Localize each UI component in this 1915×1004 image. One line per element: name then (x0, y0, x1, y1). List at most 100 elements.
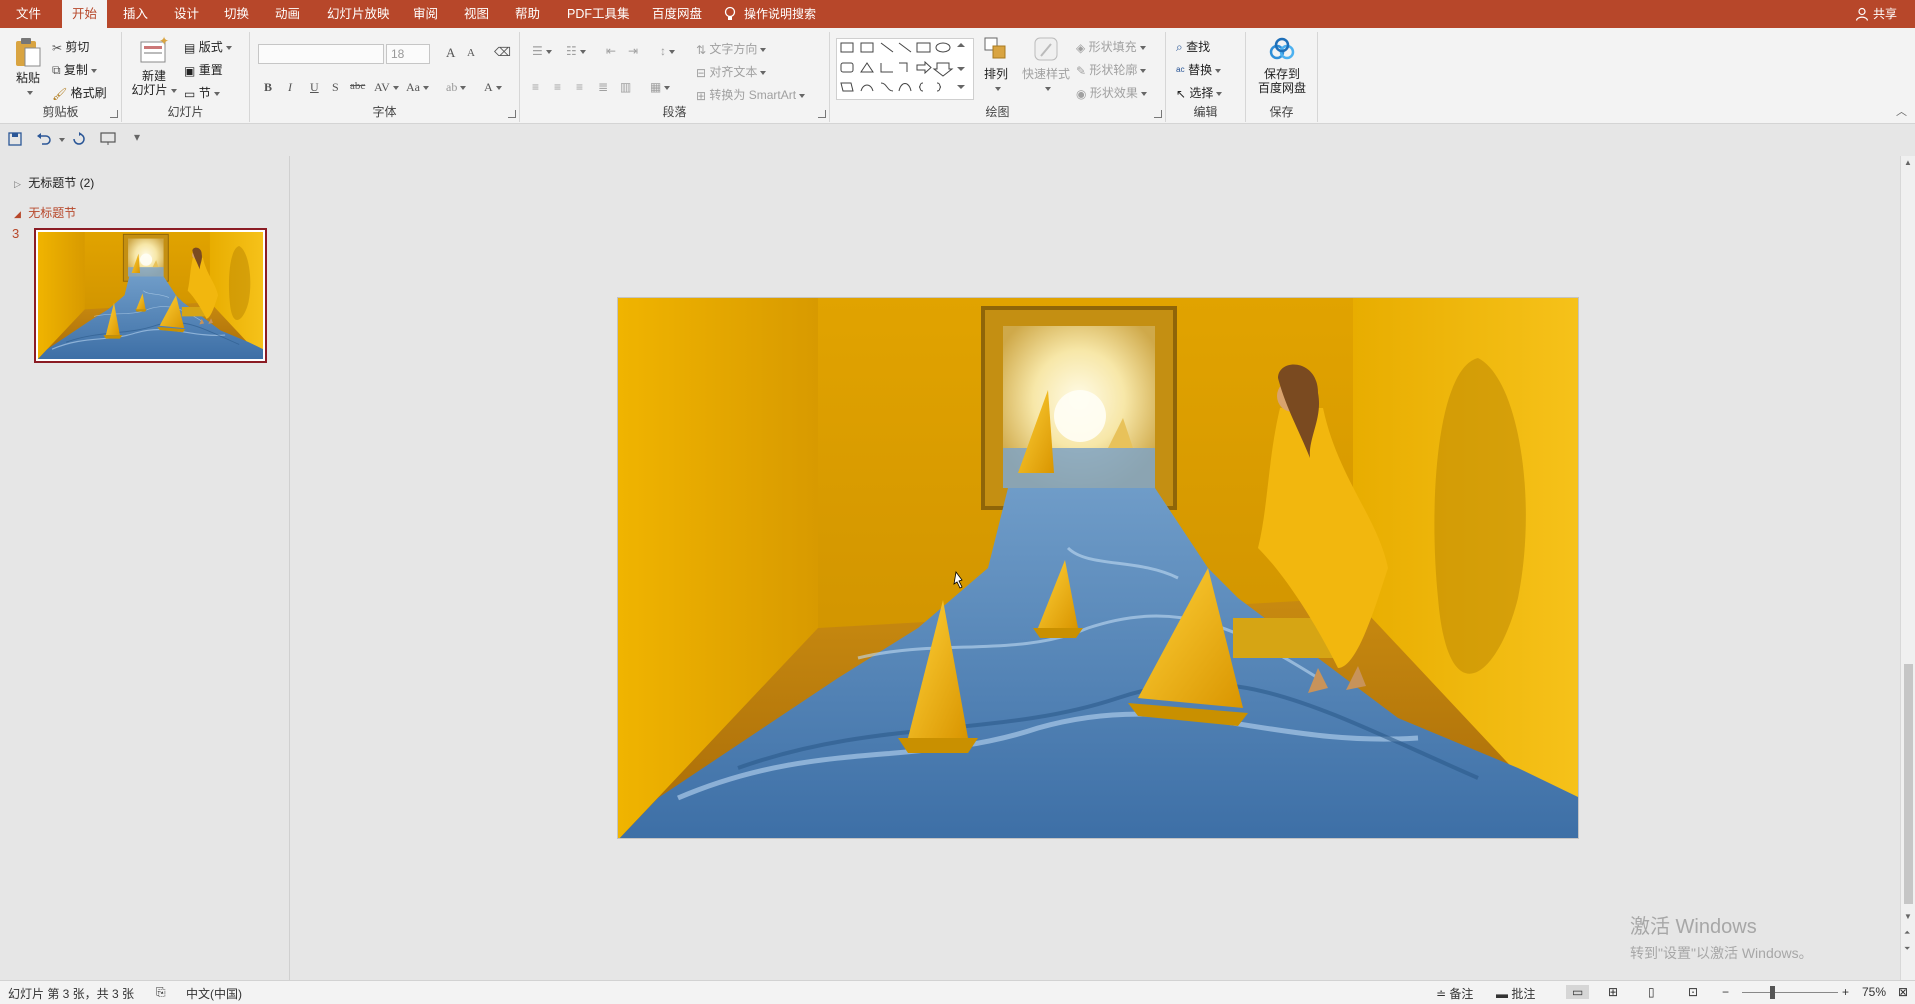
undo-dropdown-icon[interactable] (59, 138, 65, 142)
next-slide-icon[interactable]: ⏷ (1904, 944, 1910, 954)
scrollbar-thumb[interactable] (1904, 664, 1913, 904)
section-untitled-expanded[interactable]: ◢ 无标题节 (14, 204, 76, 221)
columns-icon[interactable]: ▦ (650, 80, 671, 94)
normal-view-icon[interactable]: ▭ (1566, 985, 1590, 999)
font-launcher-icon[interactable] (508, 110, 516, 118)
save-icon[interactable] (8, 132, 22, 146)
line-spacing-icon[interactable]: ↕ (660, 44, 675, 58)
quick-styles-button[interactable]: 快速样式 (1020, 36, 1072, 95)
align-text-icon: ⊟ (696, 65, 707, 80)
tab-review[interactable]: 审阅 (403, 0, 448, 28)
align-center-icon[interactable]: ≡ (554, 80, 561, 94)
shape-effects-button[interactable]: ◉ 形状效果 (1076, 84, 1147, 101)
grow-font-button[interactable]: A (446, 45, 455, 61)
scroll-up-icon[interactable]: ▲ (1904, 158, 1912, 167)
tab-insert[interactable]: 插入 (113, 0, 158, 28)
save-to-baidu-button[interactable]: 保存到 百度网盘 (1252, 36, 1312, 95)
char-spacing-button[interactable]: AV (374, 80, 399, 95)
tab-baidu[interactable]: 百度网盘 (642, 0, 712, 28)
zoom-out-icon[interactable]: − (1722, 985, 1729, 999)
highlight-icon[interactable]: ab (446, 80, 467, 95)
font-color-button[interactable]: A (484, 80, 502, 95)
copy-button[interactable]: ⧉ 复制 (52, 61, 97, 78)
tab-pdf-tools[interactable]: PDF工具集 (557, 0, 640, 28)
italic-button[interactable]: I (288, 80, 292, 95)
clipboard-launcher-icon[interactable] (110, 110, 118, 118)
layout-label: 版式 (198, 40, 223, 54)
collapse-ribbon-icon[interactable]: ︿ (1896, 103, 1907, 119)
new-slide-button[interactable]: ✦ 新建 幻灯片 (130, 34, 178, 97)
smartart-button[interactable]: ⊞ 转换为 SmartArt (696, 86, 806, 103)
decrease-indent-icon[interactable]: ⇤ (606, 44, 616, 58)
tab-animations[interactable]: 动画 (265, 0, 310, 28)
align-text-button[interactable]: ⊟ 对齐文本 (696, 63, 767, 80)
font-size-combo[interactable]: 18 (386, 44, 430, 64)
customize-qat-icon[interactable]: ▾ (134, 130, 140, 144)
tab-slideshow[interactable]: 幻灯片放映 (317, 0, 400, 28)
align-left-icon[interactable]: ≡ (532, 80, 539, 94)
replace-icon: ᵃᶜ (1176, 63, 1185, 78)
slide-sorter-icon[interactable]: ⊞ (1608, 985, 1618, 999)
section-button[interactable]: ▭ 节 (184, 84, 220, 101)
paste-button[interactable]: 粘贴 (10, 36, 46, 99)
shadow-button[interactable]: S (332, 80, 339, 95)
bold-button[interactable]: B (264, 80, 272, 95)
zoom-in-icon[interactable]: + (1842, 985, 1849, 999)
fit-to-window-icon[interactable]: ⊠ (1898, 985, 1908, 999)
format-painter-button[interactable]: 🖌 格式刷 (52, 84, 107, 101)
notes-button[interactable]: ≐ 备注 (1436, 985, 1473, 1002)
numbering-icon[interactable]: ☷ (566, 44, 586, 58)
shape-fill-button[interactable]: ◈ 形状填充 (1076, 38, 1146, 55)
slide-canvas[interactable] (617, 297, 1579, 839)
underline-button[interactable]: U (310, 80, 319, 95)
increase-indent-icon[interactable]: ⇥ (628, 44, 638, 58)
zoom-level[interactable]: 75% (1862, 985, 1886, 999)
arrange-button[interactable]: 排列 (980, 36, 1012, 95)
zoom-slider-knob[interactable] (1770, 986, 1775, 999)
previous-slide-icon[interactable]: ⏶ (1904, 928, 1910, 938)
cut-button[interactable]: ✂ 剪切 (52, 38, 89, 55)
scroll-down-icon[interactable]: ▼ (1904, 912, 1912, 921)
align-right-icon[interactable]: ≡ (576, 80, 583, 94)
start-from-beginning-icon[interactable] (100, 132, 118, 146)
layout-button[interactable]: ▤ 版式 (184, 38, 232, 55)
tab-file[interactable]: 文件 (6, 0, 51, 28)
tab-home[interactable]: 开始 (62, 0, 108, 28)
slideshow-view-icon[interactable]: ⊡ (1688, 985, 1698, 999)
text-direction-button[interactable]: ⇅ 文字方向 (696, 40, 767, 57)
drawing-launcher-icon[interactable] (1154, 110, 1162, 118)
vertical-scrollbar[interactable]: ▲ ▼ ⏶ ⏷ (1900, 156, 1915, 980)
change-case-button[interactable]: Aa (406, 80, 429, 95)
shapes-gallery[interactable] (836, 38, 974, 100)
find-button[interactable]: ⌕ 查找 (1176, 38, 1210, 55)
distributed-icon[interactable]: ▥ (620, 80, 631, 94)
select-button[interactable]: ↖ 选择 (1176, 84, 1223, 101)
replace-button[interactable]: ᵃᶜ 替换 (1176, 61, 1222, 78)
justify-icon[interactable]: ≣ (598, 80, 608, 94)
strikethrough-button[interactable]: abc (350, 80, 365, 92)
share-button[interactable]: 共享 (1855, 0, 1897, 28)
clear-format-icon[interactable]: ⌫ (494, 45, 511, 60)
reset-button[interactable]: ▣ 重置 (184, 61, 223, 78)
undo-icon[interactable] (36, 132, 52, 146)
tab-view[interactable]: 视图 (454, 0, 499, 28)
redo-icon[interactable] (72, 132, 86, 146)
shrink-font-button[interactable]: A (467, 47, 475, 59)
font-name-combo[interactable] (258, 44, 384, 64)
slide-thumbnail-3[interactable] (34, 228, 267, 363)
slide-counter[interactable]: 幻灯片 第 3 张，共 3 张 (8, 985, 134, 1002)
tab-design[interactable]: 设计 (164, 0, 209, 28)
comments-button[interactable]: ▬ 批注 (1496, 985, 1535, 1002)
tab-help[interactable]: 帮助 (505, 0, 550, 28)
zoom-slider-track[interactable] (1742, 992, 1838, 993)
tab-transitions[interactable]: 切换 (214, 0, 259, 28)
reading-view-icon[interactable]: ▯ (1648, 985, 1655, 999)
section-untitled-collapsed[interactable]: ▷ 无标题节 (2) (14, 174, 94, 191)
tell-me-search[interactable]: 操作说明搜索 (724, 0, 816, 28)
spell-check-icon[interactable]: ⎘ (156, 985, 166, 1000)
slide-picture[interactable] (618, 298, 1579, 839)
bullets-icon[interactable]: ☰ (532, 44, 552, 58)
language-indicator[interactable]: 中文(中国) (186, 985, 242, 1002)
shape-outline-button[interactable]: ✎ 形状轮廓 (1076, 61, 1147, 78)
paragraph-launcher-icon[interactable] (818, 110, 826, 118)
